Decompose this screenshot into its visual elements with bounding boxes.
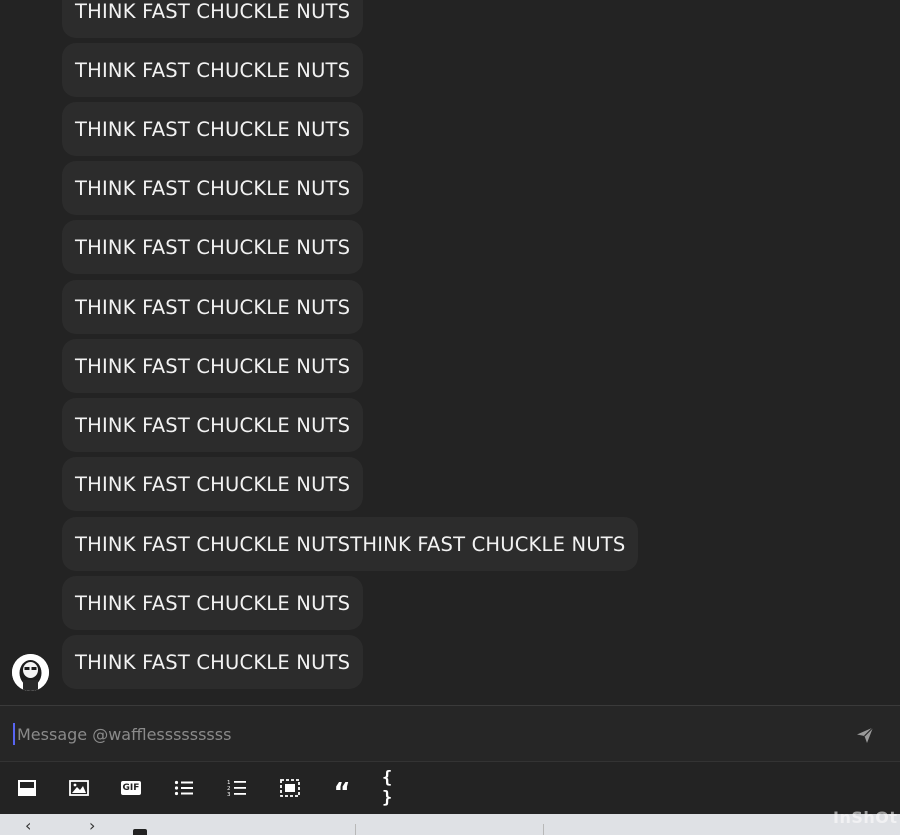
- attach-button[interactable]: [14, 776, 40, 800]
- message-text: THINK FAST CHUCKLE NUTS: [75, 413, 351, 437]
- quote-button[interactable]: “: [329, 776, 355, 808]
- divider: [543, 824, 544, 835]
- message-bubble[interactable]: THINK FAST CHUCKLE NUTS: [62, 635, 364, 689]
- message-text: THINK FAST CHUCKLE NUTS: [75, 176, 351, 200]
- numbered-list-icon: 1 2 3: [227, 780, 246, 797]
- quote-icon: “: [333, 778, 351, 808]
- spoiler-icon: [280, 779, 300, 797]
- image-button[interactable]: [66, 776, 92, 800]
- message-text: THINK FAST CHUCKLE NUTS: [75, 650, 351, 674]
- send-icon: [857, 727, 874, 743]
- back-icon[interactable]: ‹: [25, 816, 31, 835]
- browser-bottom-bar: ‹ ›: [0, 814, 900, 835]
- gif-label: GIF: [122, 783, 140, 793]
- message-bubble[interactable]: THINK FAST CHUCKLE NUTS: [62, 280, 364, 334]
- message-input[interactable]: [17, 718, 797, 750]
- message-bubble[interactable]: THINK FAST CHUCKLE NUTS: [62, 161, 364, 215]
- send-button[interactable]: [852, 722, 878, 748]
- watermark: InShOt: [833, 808, 898, 827]
- code-block-button[interactable]: { }: [382, 768, 408, 808]
- message-text: THINK FAST CHUCKLE NUTS: [75, 472, 351, 496]
- message-bubble[interactable]: THINK FAST CHUCKLE NUTSTHINK FAST CHUCKL…: [62, 517, 639, 571]
- numbered-list-button[interactable]: 1 2 3: [224, 776, 250, 800]
- text-caret: [13, 723, 15, 745]
- message-text: THINK FAST CHUCKLE NUTS: [75, 235, 351, 259]
- formatting-toolbar: GIF 1 2 3 “ { }: [0, 762, 900, 814]
- bullet-list-button[interactable]: [171, 776, 197, 800]
- gif-button[interactable]: GIF: [118, 776, 144, 800]
- avatar-face-icon: [12, 654, 49, 691]
- message-list: THINK FAST CHUCKLE NUTS THINK FAST CHUCK…: [0, 0, 900, 705]
- svg-text:3: 3: [227, 792, 231, 797]
- message-bubble[interactable]: THINK FAST CHUCKLE NUTS: [62, 220, 364, 274]
- spoiler-button[interactable]: [277, 776, 303, 800]
- message-bubble[interactable]: THINK FAST CHUCKLE NUTS: [62, 0, 364, 38]
- message-composer: [0, 705, 900, 762]
- message-bubble[interactable]: THINK FAST CHUCKLE NUTS: [62, 576, 364, 630]
- forward-icon[interactable]: ›: [89, 816, 95, 835]
- message-text: THINK FAST CHUCKLE NUTS: [75, 58, 351, 82]
- message-text: THINK FAST CHUCKLE NUTS: [75, 354, 351, 378]
- message-bubble[interactable]: THINK FAST CHUCKLE NUTS: [62, 398, 364, 452]
- message-text: THINK FAST CHUCKLE NUTS: [75, 0, 351, 23]
- message-bubble[interactable]: THINK FAST CHUCKLE NUTS: [62, 102, 364, 156]
- code-icon: { }: [382, 768, 393, 808]
- divider: [355, 824, 356, 835]
- tabs-icon[interactable]: [133, 829, 147, 835]
- attachment-icon: [18, 780, 36, 796]
- message-text: THINK FAST CHUCKLE NUTS: [75, 295, 351, 319]
- avatar[interactable]: [12, 654, 49, 691]
- bullet-list-icon: [174, 780, 193, 796]
- message-text: THINK FAST CHUCKLE NUTS: [75, 591, 351, 615]
- image-icon: [69, 780, 89, 796]
- message-text: THINK FAST CHUCKLE NUTS: [75, 117, 351, 141]
- message-text: THINK FAST CHUCKLE NUTSTHINK FAST CHUCKL…: [75, 532, 626, 556]
- message-bubble[interactable]: THINK FAST CHUCKLE NUTS: [62, 43, 364, 97]
- message-bubble[interactable]: THINK FAST CHUCKLE NUTS: [62, 457, 364, 511]
- message-bubble[interactable]: THINK FAST CHUCKLE NUTS: [62, 339, 364, 393]
